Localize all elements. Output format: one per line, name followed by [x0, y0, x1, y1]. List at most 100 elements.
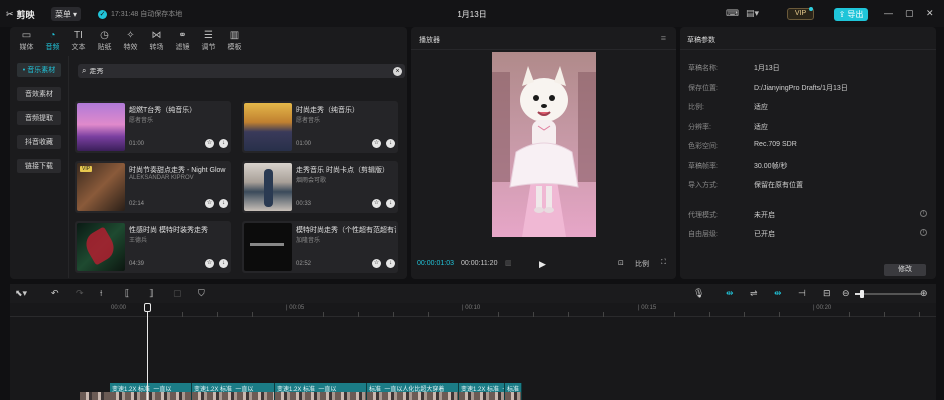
- ruler-tickmark: [533, 312, 534, 317]
- tab-text[interactable]: TI 文本: [67, 27, 90, 53]
- sidebar-item-audio-extract[interactable]: 音频提取: [17, 111, 61, 125]
- split-right-icon[interactable]: ⟧: [149, 288, 153, 299]
- tab-sticker[interactable]: ◷ 贴纸: [93, 27, 116, 53]
- tab-effects[interactable]: ✧ 特效: [119, 27, 142, 53]
- ruler-tickmark: [849, 312, 850, 317]
- playhead-handle[interactable]: [144, 303, 151, 312]
- download-icon[interactable]: ↓: [386, 199, 395, 208]
- tab-filter[interactable]: ⚭ 滤镜: [171, 27, 194, 53]
- linkage-icon[interactable]: ⇹: [774, 288, 782, 299]
- main-menu-button[interactable]: 菜单 ▾: [51, 7, 82, 21]
- color-space-label: 色彩空间:: [688, 143, 718, 150]
- search-input[interactable]: [89, 67, 380, 75]
- sidebar-item-link-download[interactable]: 链接下载: [17, 159, 61, 173]
- favorite-star-icon[interactable]: ☆: [205, 199, 214, 208]
- download-icon[interactable]: ↓: [219, 139, 228, 148]
- ruler-tickmark: [603, 312, 604, 317]
- video-clip[interactable]: 标准_一直以人化要连大穿着时尚: [505, 383, 522, 400]
- video-clip[interactable]: 变速1.2X 标准_一直以: [192, 383, 275, 400]
- ruler-tickmark: [358, 312, 359, 317]
- sidebar-item-sound-effects[interactable]: 音效素材: [17, 87, 61, 101]
- tab-adjust[interactable]: ☰ 调节: [197, 27, 220, 53]
- pomeranian-runway-frame: [492, 52, 596, 237]
- preview-axis-icon[interactable]: ⊣: [798, 288, 806, 299]
- favorite-star-icon[interactable]: ☆: [372, 199, 381, 208]
- music-title: 时尚走秀（纯音乐）: [296, 107, 359, 114]
- tab-audio[interactable]: ◔ 音频: [41, 27, 64, 53]
- fullscreen-icon[interactable]: ⛶: [661, 259, 666, 267]
- favorite-star-icon[interactable]: ☆: [205, 139, 214, 148]
- favorite-star-icon[interactable]: ☆: [205, 259, 214, 268]
- download-icon[interactable]: ↓: [386, 259, 395, 268]
- download-icon[interactable]: ↓: [386, 139, 395, 148]
- main-track-magnet-icon[interactable]: ⇹: [726, 288, 734, 299]
- info-icon[interactable]: i: [920, 210, 927, 217]
- menu-label: 菜单: [55, 9, 71, 19]
- music-card[interactable]: 性感时尚 模特时装秀走秀 王德兵 04:39 ☆ ↓: [75, 221, 231, 273]
- chevron-down-icon: ▾: [73, 9, 78, 19]
- video-clip-thumbnail[interactable]: [80, 392, 110, 400]
- info-icon[interactable]: i: [920, 229, 927, 236]
- split-icon[interactable]: ⟊: [100, 288, 102, 299]
- download-icon[interactable]: ↓: [219, 199, 228, 208]
- ruler-tick-label: | 00:15: [638, 305, 657, 311]
- music-card[interactable]: 走秀音乐 时尚卡点（剪辑版） 烟雨会可歌 00:33 ☆ ↓: [242, 161, 398, 213]
- download-icon[interactable]: ↓: [219, 259, 228, 268]
- text-icon: TI: [74, 30, 83, 41]
- ratio-button[interactable]: 比例: [635, 259, 649, 269]
- export-button[interactable]: ⇪ 导出: [834, 8, 868, 21]
- fit-screen-icon[interactable]: ⊡: [618, 259, 624, 267]
- music-artist: 愿者音乐: [129, 118, 154, 124]
- draft-params-panel: 草稿参数 草稿名称: 1月13日 保存位置: D:/JianyingPro Dr…: [680, 27, 936, 279]
- current-timecode: 00:00:01:03: [417, 260, 454, 267]
- zoom-in-icon[interactable]: ⊕: [920, 288, 928, 299]
- timeline[interactable]: 00:00 | 00:05 | 00:10 | 00:15 | 00:20 变速…: [10, 303, 936, 400]
- divider: [680, 49, 936, 50]
- favorite-star-icon[interactable]: ☆: [372, 139, 381, 148]
- zoom-slider-handle[interactable]: [860, 290, 864, 298]
- marker-icon[interactable]: ⛉: [198, 288, 205, 299]
- music-card[interactable]: 超燃T台秀（纯音乐） 愿者音乐 01:00 ☆ ↓: [75, 101, 231, 153]
- shortcut-keyboard-icon[interactable]: ⌨: [726, 8, 739, 19]
- zoom-slider[interactable]: [855, 290, 921, 298]
- play-button[interactable]: ▶: [539, 259, 546, 270]
- edit-button[interactable]: 修改: [884, 264, 926, 276]
- close-icon[interactable]: ✕: [926, 8, 934, 19]
- tab-media[interactable]: ▭ 媒体: [15, 27, 38, 53]
- timeline-grid-icon[interactable]: ▥: [505, 259, 512, 267]
- menu-icon[interactable]: ≡: [661, 33, 666, 43]
- layout-icon[interactable]: ▤▾: [746, 8, 759, 19]
- maximize-icon[interactable]: ▢: [905, 8, 914, 19]
- video-preview[interactable]: [492, 52, 596, 237]
- audio-sidenav: • 音乐素材 音效素材 音频提取 抖音收藏 链接下载: [17, 63, 71, 183]
- caption-icon[interactable]: ⊟: [823, 288, 831, 299]
- music-card[interactable]: VIP 时尚节奏甜点走秀 - Night Glow ALEKSANDAR KIP…: [75, 161, 231, 213]
- music-card[interactable]: 时尚走秀（纯音乐） 愿者音乐 01:00 ☆ ↓: [242, 101, 398, 153]
- sidebar-item-music[interactable]: • 音乐素材: [17, 63, 61, 77]
- music-card[interactable]: 模特时尚走秀（个性超有范超有音乐 加隆音乐 02:52 ☆ ↓: [242, 221, 398, 273]
- video-clip[interactable]: 变速1.2X 标准_一直以: [110, 383, 192, 400]
- favorite-star-icon[interactable]: ☆: [372, 259, 381, 268]
- redo-icon[interactable]: ↷: [76, 288, 84, 299]
- tab-template[interactable]: ▥ 模板: [223, 27, 246, 53]
- minimize-icon[interactable]: —: [884, 8, 893, 18]
- video-clip[interactable]: 标准_一直以人化比超大穿着: [367, 383, 459, 400]
- clip-thumbnail-strip: [110, 392, 191, 400]
- auto-snap-icon[interactable]: ⇌: [750, 288, 758, 299]
- video-clip[interactable]: 变速1.2X 标准_一直: [459, 383, 505, 400]
- undo-icon[interactable]: ↶: [51, 288, 59, 299]
- video-clip[interactable]: 变速1.2X 标准_一直以: [275, 383, 367, 400]
- playhead[interactable]: [147, 303, 148, 400]
- sidebar-item-douyin-favorites[interactable]: 抖音收藏: [17, 135, 61, 149]
- divider: [68, 56, 69, 278]
- music-artist: 愿者音乐: [296, 118, 321, 124]
- music-artist: 王德兵: [129, 238, 148, 244]
- ruler-tickmark: [709, 312, 710, 317]
- split-left-icon[interactable]: ⟦: [125, 288, 129, 299]
- zoom-out-icon[interactable]: ⊖: [842, 288, 850, 299]
- delete-icon[interactable]: ▢: [173, 288, 182, 299]
- clear-search-icon[interactable]: ×: [393, 67, 402, 76]
- microphone-icon[interactable]: 🎙︎: [693, 288, 704, 299]
- tab-transition[interactable]: ⋈ 转场: [145, 27, 168, 53]
- select-cursor-icon[interactable]: ⬉▾: [15, 288, 27, 299]
